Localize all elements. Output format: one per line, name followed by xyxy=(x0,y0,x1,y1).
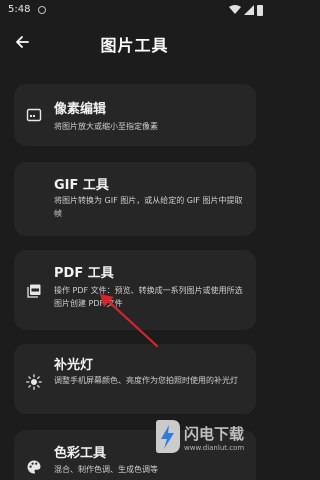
tool-description: 混合、制作色调、生成色调等 xyxy=(54,465,158,474)
app-bar: 图片工具 xyxy=(0,20,269,64)
tool-card-pdf[interactable]: PDF 工具 操作 PDF 文件：预览、转换成一系列图片或使用所选图片创建 PD… xyxy=(14,250,256,330)
tool-description: 将图片转换为 GIF 图片，或从给定的 GIF 图片中提取帧 xyxy=(54,196,243,218)
battery-icon xyxy=(257,4,263,16)
tool-description: 将图片放大或缩小至指定像素 xyxy=(54,122,158,131)
pixel-edit-icon xyxy=(26,108,42,122)
tool-card-gif[interactable]: GIF 工具 将图片转换为 GIF 图片，或从给定的 GIF 图片中提取帧 xyxy=(14,162,256,236)
status-time: 5:48 xyxy=(8,4,31,15)
tool-card-pixel-edit[interactable]: 像素编辑 将图片放大或缩小至指定像素 xyxy=(14,84,256,146)
signal-icon xyxy=(244,5,254,15)
tool-card-fill-light[interactable]: 补光灯 调整手机屏幕颜色、亮度作为您拍照时使用的补光灯 xyxy=(14,344,256,414)
notification-dot-icon xyxy=(38,6,46,14)
watermark: 闪电下载 www.dianlut.com xyxy=(150,417,265,457)
status-bar: 5:48 xyxy=(0,0,269,20)
wifi-icon xyxy=(229,5,241,14)
tool-title: GIF 工具 xyxy=(54,178,109,193)
tool-title: PDF 工具 xyxy=(54,266,114,281)
status-icons xyxy=(229,4,263,16)
pdf-icon xyxy=(27,284,41,298)
tool-title: 像素编辑 xyxy=(54,102,107,117)
palette-icon xyxy=(27,460,41,474)
tool-title: 补光灯 xyxy=(54,358,94,373)
lightning-logo-icon xyxy=(156,420,180,453)
watermark-name: 闪电下载 xyxy=(184,425,245,443)
watermark-url: www.dianlut.com xyxy=(184,444,245,452)
page-title: 图片工具 xyxy=(100,36,169,55)
tool-description: 操作 PDF 文件：预览、转换成一系列图片或使用所选图片创建 PDF 文件 xyxy=(54,286,243,308)
tool-title: 色彩工具 xyxy=(54,446,107,461)
sun-icon xyxy=(26,374,42,390)
tool-description: 调整手机屏幕颜色、亮度作为您拍照时使用的补光灯 xyxy=(54,376,238,385)
